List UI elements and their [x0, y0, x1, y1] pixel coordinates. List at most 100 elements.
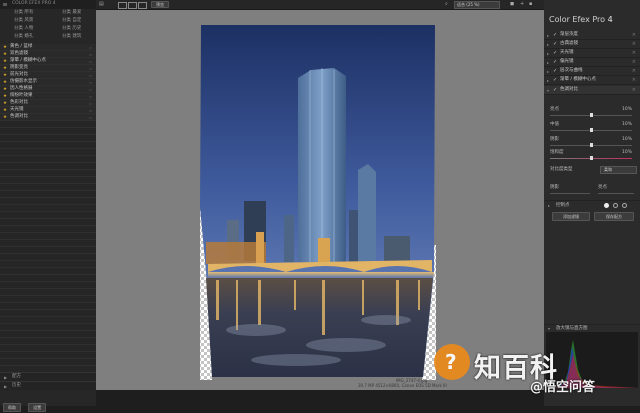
filter-list: ★ 黄色 / 蓝绿 ▫ ★ 双色滤镜 ▫ ★ 渐晕 / 模糊中心点 ▫ ★ 阴影变亮 ▫ ★ 前光…	[0, 44, 96, 373]
preset-item[interactable]: 分类 建筑	[48, 34, 95, 41]
triangle-right-icon: ▸	[547, 42, 550, 47]
stack-filter-active[interactable]: ▾ ✓ 色调对比 ×	[544, 86, 640, 95]
star-icon: ★	[3, 101, 8, 106]
add-control-point-icon[interactable]	[604, 203, 609, 208]
filter-item[interactable]: ★ 前光对比 ▫	[0, 72, 96, 79]
filter-item[interactable]: ★ 色调对比 ▫	[0, 114, 96, 121]
control-point-option-icon[interactable]	[622, 203, 627, 208]
zoom-icon[interactable]: ⌕	[445, 2, 448, 7]
empty-filter-row	[0, 212, 96, 219]
triangle-right-icon: ▸	[548, 203, 551, 208]
check-icon: ✓	[553, 41, 558, 47]
star-icon: ★	[3, 66, 8, 71]
empty-filter-row	[0, 156, 96, 163]
add-icon[interactable]: +	[520, 2, 524, 7]
toggle-panel-icon[interactable]: ▤	[99, 2, 104, 7]
control-points-row[interactable]: ▸ 控制点	[544, 200, 640, 210]
filter-item[interactable]: ★ 双色滤镜 ▫	[0, 51, 96, 58]
close-icon: ×	[631, 77, 636, 83]
filter-item[interactable]: ★ 天光镜 ▫	[0, 107, 96, 114]
star-icon: ★	[3, 59, 8, 64]
triangle-right-icon: ▸	[547, 69, 550, 74]
empty-filter-row	[0, 261, 96, 268]
preview-canvas[interactable]	[96, 10, 544, 390]
filter-item[interactable]: ★ 缤纷叶效果 ▫	[0, 93, 96, 100]
stack-filter[interactable]: ▸ ✓ 古典滤镜 ×	[544, 40, 640, 49]
filter-item[interactable]: ★ 色彩对比 ▫	[0, 100, 96, 107]
filter-item[interactable]: ★ 黄色 / 蓝绿 ▫	[0, 44, 96, 51]
empty-filter-row	[0, 240, 96, 247]
filter-item[interactable]: ★ 阴影变亮 ▫	[0, 65, 96, 72]
star-icon: ★	[3, 80, 8, 85]
star-icon: ★	[3, 108, 8, 113]
highlights-label: 亮点	[598, 185, 607, 190]
close-icon: ×	[631, 68, 636, 74]
check-icon: ✓	[553, 77, 558, 83]
empty-filter-rows	[0, 121, 96, 373]
filter-item[interactable]: ★ 渐晕 / 模糊中心点 ▫	[0, 58, 96, 65]
check-icon: ✓	[553, 87, 558, 93]
add-filter-button[interactable]: 添加滤镜	[552, 212, 590, 221]
slider-highlights[interactable]: 亮点 10%	[548, 107, 636, 122]
triangle-right-icon: ▸	[547, 33, 550, 38]
left-bottom-sections: ▶ 配方 ▶ 历史	[0, 372, 96, 390]
preset-item[interactable]: 分类 婚礼	[0, 34, 47, 41]
single-view-icon[interactable]	[118, 2, 127, 9]
stack-filter[interactable]: ▸ ✓ 偏光镜 ×	[544, 58, 640, 67]
stack-filter[interactable]: ▸ ✓ 渐层浓度 ×	[544, 31, 640, 40]
pin-icon: ▫	[89, 66, 92, 71]
settings-button[interactable]: 设置	[28, 403, 47, 412]
highlights-track[interactable]	[598, 193, 634, 194]
preset-item[interactable]: 分类 历史	[48, 26, 95, 33]
remove-control-point-icon[interactable]	[613, 203, 618, 208]
preset-item[interactable]: 分类 风景	[0, 18, 47, 25]
recipes-section[interactable]: ▶ 配方	[0, 372, 96, 381]
filter-item[interactable]: ★ 因人性格展 ▫	[0, 86, 96, 93]
collapse-icon[interactable]	[3, 3, 7, 6]
empty-filter-row	[0, 359, 96, 366]
left-panel-header: COLOR EFEX PRO 4	[0, 0, 96, 9]
triangle-right-icon: ▸	[547, 51, 550, 56]
preset-item[interactable]: 分类 自定	[48, 18, 95, 25]
pin-icon: ▫	[89, 73, 92, 78]
loupe-histogram-header[interactable]: ▾ 放大镜与直方图	[544, 324, 640, 332]
empty-filter-row	[0, 191, 96, 198]
empty-filter-row	[0, 352, 96, 359]
history-section[interactable]: ▶ 历史	[0, 381, 96, 390]
split-view-icon[interactable]	[128, 2, 137, 9]
empty-filter-row	[0, 163, 96, 170]
preset-item[interactable]: 分类 人物	[0, 26, 47, 33]
empty-filter-row	[0, 184, 96, 191]
background-swatch-icon[interactable]: ▪	[529, 2, 532, 7]
empty-filter-row	[0, 282, 96, 289]
preset-item[interactable]: 分类 最爱	[48, 10, 95, 17]
empty-filter-row	[0, 142, 96, 149]
slider-saturation[interactable]: 饱和度 10%	[548, 150, 636, 165]
zoom-select[interactable]: 适合 (25 %)	[454, 1, 500, 9]
close-icon: ×	[631, 87, 636, 93]
check-icon: ✓	[553, 32, 558, 38]
save-preset-button[interactable]: 保存配方	[594, 212, 634, 221]
shadows-track[interactable]	[550, 193, 590, 194]
star-icon: ★	[3, 94, 8, 99]
slider-knob	[590, 113, 593, 117]
building-mid	[284, 215, 294, 262]
stack-filter[interactable]: ▸ ✓ 天光镜 ×	[544, 49, 640, 58]
empty-filter-row	[0, 324, 96, 331]
contrast-type-select[interactable]: 柔和	[600, 166, 637, 174]
slider-midtones[interactable]: 中值 10%	[548, 122, 636, 137]
tower-right	[358, 164, 376, 262]
empty-filter-row	[0, 296, 96, 303]
star-icon: ★	[3, 115, 8, 120]
help-button[interactable]: 帮助	[3, 403, 21, 412]
background-color-icon[interactable]: ◼	[510, 2, 514, 7]
empty-filter-row	[0, 198, 96, 205]
stack-filter[interactable]: ▸ ✓ 渐晕 / 模糊中心点 ×	[544, 76, 640, 85]
filter-item[interactable]: ★ 仿摄影水显示 ▫	[0, 79, 96, 86]
compare-button[interactable]: 预览	[151, 1, 169, 8]
side-by-side-icon[interactable]	[138, 2, 147, 9]
stack-filter[interactable]: ▸ ✓ 层次与曲线 ×	[544, 67, 640, 76]
control-points-label: 控制点	[556, 203, 570, 208]
preset-item[interactable]: 分类 所有	[0, 10, 47, 17]
watermark-subtext: @悟空问答	[530, 380, 596, 395]
